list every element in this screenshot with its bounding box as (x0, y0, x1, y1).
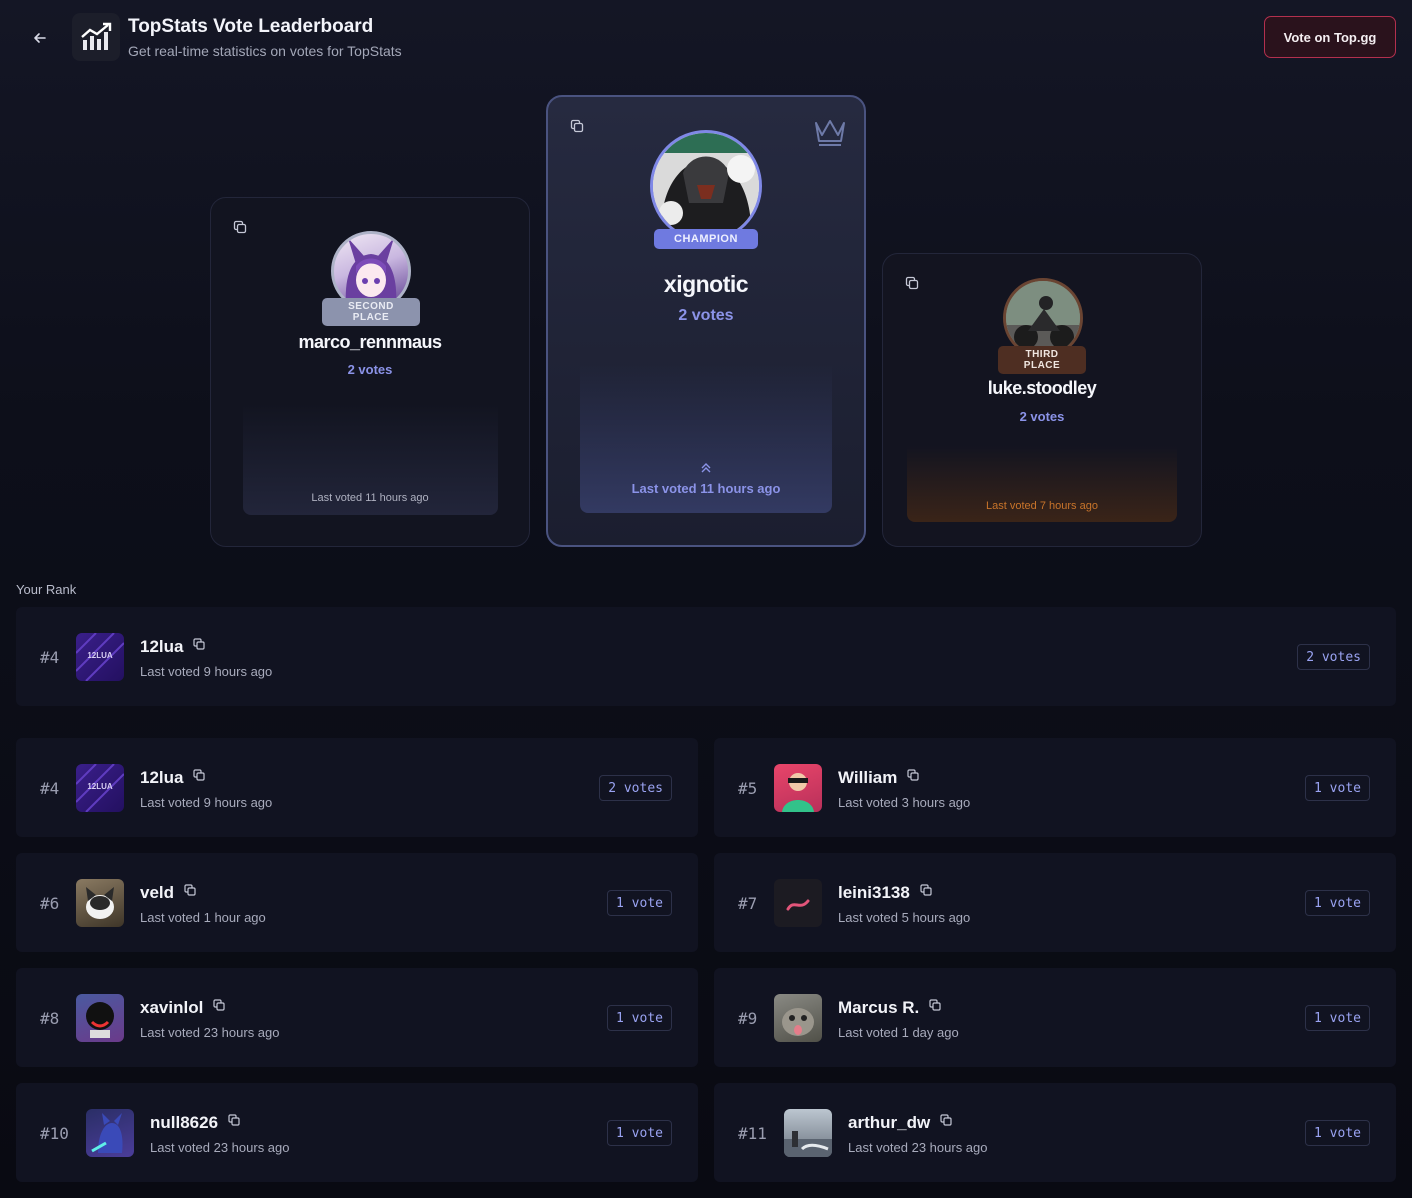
leaderboard-row[interactable]: #8 xavinlol Last voted 23 hours ago 1 vo… (16, 968, 698, 1067)
copy-icon[interactable] (929, 999, 941, 1011)
vote-count-badge: 1 vote (1305, 775, 1370, 801)
leaderboard-row[interactable]: #4 12LUA 12lua Last voted 9 hours ago 2 … (16, 738, 698, 837)
leaderboard-row[interactable]: #5 William Last voted 3 hours ago 1 vote (714, 738, 1396, 837)
second-place-badge: SECOND PLACE (322, 298, 420, 326)
avatar (86, 1109, 134, 1157)
rank-number: #11 (738, 1124, 767, 1143)
user-name: Marcus R. (838, 998, 920, 1017)
chevrons-up-icon (701, 463, 711, 473)
your-rank-row[interactable]: #4 12LUA 12lua Last voted 9 hours ago 2 … (16, 607, 1396, 706)
champion-badge: CHAMPION (654, 229, 758, 249)
copy-icon[interactable] (905, 276, 919, 290)
user-name: 12lua (140, 768, 184, 787)
third-place-name: luke.stoodley (987, 378, 1097, 398)
last-voted: Last voted 3 hours ago (838, 795, 971, 810)
rank-number: #5 (738, 779, 758, 798)
vote-on-topgg-button[interactable]: Vote on Top.gg (1264, 16, 1396, 58)
rank-number: #9 (738, 1009, 758, 1028)
vote-count-badge: 1 vote (1305, 1120, 1370, 1146)
rank-number: #4 (40, 648, 60, 667)
podium-second-place-card: SECOND PLACE marco_rennmaus 2 votes Last… (210, 197, 530, 547)
avatar (76, 994, 124, 1042)
vote-count-badge: 1 vote (607, 1005, 672, 1031)
avatar (774, 994, 822, 1042)
leaderboard-row[interactable]: #7 leini3138 Last voted 5 hours ago 1 vo… (714, 853, 1396, 952)
copy-icon[interactable] (213, 999, 225, 1011)
third-place-votes: 2 votes (1019, 409, 1065, 424)
crown-icon (815, 120, 845, 146)
copy-icon[interactable] (228, 1114, 240, 1126)
last-voted: Last voted 1 hour ago (140, 910, 266, 925)
second-place-last-voted: Last voted 11 hours ago (311, 492, 429, 504)
last-voted: Last voted 5 hours ago (838, 910, 971, 925)
rank-number: #6 (40, 894, 60, 913)
user-name: leini3138 (838, 883, 910, 902)
vote-count-badge: 1 vote (1305, 890, 1370, 916)
rank-number: #8 (40, 1009, 60, 1028)
avatar-label: 12LUA (87, 782, 113, 791)
copy-icon[interactable] (940, 1114, 952, 1126)
champion-votes: 2 votes (678, 307, 734, 324)
vote-count-badge: 1 vote (607, 890, 672, 916)
podium-third-place-card: THIRD PLACE luke.stoodley 2 votes Last v… (882, 253, 1202, 547)
leaderboard-row[interactable]: #9 Marcus R. Last voted 1 day ago 1 vote (714, 968, 1396, 1067)
user-name: 12lua (140, 637, 184, 656)
back-button[interactable] (28, 26, 52, 50)
avatar (76, 879, 124, 927)
user-name: null8626 (150, 1113, 219, 1132)
vote-count-badge: 1 vote (1305, 1005, 1370, 1031)
second-place-votes: 2 votes (347, 362, 393, 377)
rank-number: #7 (738, 894, 758, 913)
copy-icon[interactable] (233, 220, 247, 234)
third-place-badge: THIRD PLACE (998, 346, 1086, 374)
copy-icon[interactable] (920, 884, 932, 896)
leaderboard-row[interactable]: #11 arthur_dw Last voted 23 hours ago 1 … (714, 1083, 1396, 1182)
champion-name: xignotic (663, 271, 749, 297)
rank-number: #4 (40, 779, 60, 798)
leaderboard-row[interactable]: #10 null8626 Last voted 23 hours ago 1 v… (16, 1083, 698, 1182)
podium-champion-card: CHAMPION xignotic 2 votes Last voted 11 … (546, 95, 866, 547)
user-name: arthur_dw (848, 1113, 931, 1132)
chart-trend-icon (81, 22, 112, 50)
user-name: xavinlol (140, 998, 204, 1017)
last-voted: Last voted 23 hours ago (848, 1140, 988, 1155)
copy-icon[interactable] (907, 769, 919, 781)
champion-last-voted: Last voted 11 hours ago (631, 481, 781, 496)
third-place-last-voted: Last voted 7 hours ago (986, 500, 1098, 512)
avatar (784, 1109, 832, 1157)
last-voted: Last voted 9 hours ago (140, 795, 273, 810)
rank-number: #10 (40, 1124, 69, 1143)
your-rank-label: Your Rank (16, 582, 77, 597)
vote-count-badge: 2 votes (1297, 644, 1370, 670)
last-voted: Last voted 23 hours ago (150, 1140, 290, 1155)
app-logo (72, 13, 120, 61)
leaderboard-row[interactable]: #6 veld Last voted 1 hour ago 1 vote (16, 853, 698, 952)
page-title: TopStats Vote Leaderboard (128, 16, 374, 37)
avatar-label: 12LUA (87, 651, 113, 660)
copy-icon[interactable] (193, 769, 205, 781)
last-voted: Last voted 23 hours ago (140, 1025, 280, 1040)
avatar (774, 764, 822, 812)
vote-count-badge: 2 votes (599, 775, 672, 801)
last-voted: Last voted 9 hours ago (140, 664, 273, 679)
last-voted: Last voted 1 day ago (838, 1025, 959, 1040)
copy-icon[interactable] (184, 884, 196, 896)
user-name: William (838, 768, 898, 787)
vote-count-badge: 1 vote (607, 1120, 672, 1146)
copy-icon[interactable] (570, 119, 584, 133)
user-name: veld (140, 883, 175, 902)
page-subtitle: Get real-time statistics on votes for To… (128, 43, 402, 59)
avatar (650, 130, 762, 242)
second-place-name: marco_rennmaus (298, 332, 442, 352)
copy-icon[interactable] (193, 638, 205, 650)
arrow-left-icon (34, 33, 46, 43)
avatar: 12LUA (76, 633, 124, 681)
avatar (774, 879, 822, 927)
avatar: 12LUA (76, 764, 124, 812)
